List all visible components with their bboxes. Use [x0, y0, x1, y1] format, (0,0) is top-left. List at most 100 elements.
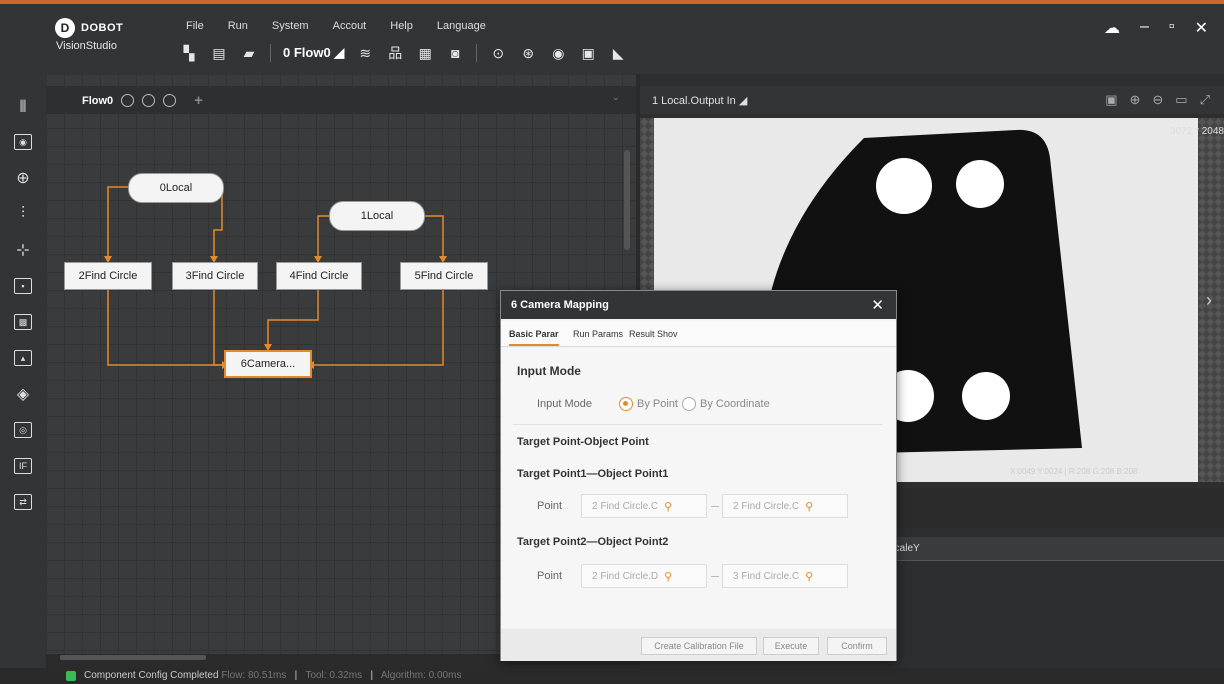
tab-result-show[interactable]: Result Shov	[629, 329, 678, 339]
image-panel-header: 1 Local.Output In ◢ ▣ ⊕ ⊖ ▭ ⤢	[640, 86, 1224, 114]
execute-button[interactable]: Execute	[763, 637, 819, 655]
pair1-target-field[interactable]: 2 Find Circle.C ⚲	[581, 494, 707, 518]
window-controls: ☁ – ▫ ✕	[1104, 18, 1208, 38]
fit-window-icon[interactable]: ▭	[1175, 92, 1187, 108]
new-solution-icon[interactable]: ▚	[180, 45, 198, 61]
result-table-header: ScaleY	[880, 537, 1224, 561]
flow-horizontal-scrollbar[interactable]	[60, 655, 206, 660]
confirm-button[interactable]: Confirm	[827, 637, 887, 655]
link-icon[interactable]: ⚲	[805, 570, 813, 583]
menu-file[interactable]: File	[186, 20, 204, 32]
result-table-body	[880, 562, 1224, 662]
color-tools-icon[interactable]: ◈	[10, 382, 36, 406]
matrix-tools-icon[interactable]: ▩	[10, 310, 36, 334]
save-icon[interactable]: ▤	[210, 45, 228, 61]
node-label: 3Find Circle	[185, 270, 245, 282]
maximize-icon[interactable]: ▫	[1169, 18, 1175, 38]
fullscreen-icon[interactable]: ⤢	[1200, 92, 1210, 108]
snapshot-icon[interactable]: ▣	[1105, 92, 1117, 108]
run-once-icon[interactable]: ⊙	[489, 45, 507, 61]
status-play-icon	[66, 671, 76, 681]
close-icon[interactable]: ✕	[1195, 18, 1208, 38]
calibration-tools-icon[interactable]: ⊹	[10, 238, 36, 262]
minimize-icon[interactable]: –	[1140, 18, 1149, 38]
flow-node-4-find-circle[interactable]: 4Find Circle	[276, 262, 362, 290]
close-icon[interactable]: ✕	[871, 296, 884, 314]
flow-vertical-scrollbar[interactable]	[624, 150, 630, 250]
dialog-header[interactable]: 6 Camera Mapping ✕	[501, 291, 896, 319]
tab-basic-params[interactable]: Basic Parar	[509, 329, 559, 346]
pair2-target-field[interactable]: 2 Find Circle.D ⚲	[581, 564, 707, 588]
image-toolbar: ▣ ⊕ ⊖ ▭ ⤢	[1105, 92, 1210, 108]
chevron-right-icon[interactable]: ›	[1206, 290, 1212, 311]
node-label: 1Local	[360, 210, 394, 222]
radio-by-coordinate[interactable]	[682, 397, 696, 411]
flow-tab-label: Flow0	[82, 94, 114, 107]
input-mode-section-title: Input Mode	[517, 364, 581, 378]
radio-by-point-label: By Point	[637, 398, 678, 410]
logic-tools-icon[interactable]: IF	[10, 454, 36, 478]
open-folder-icon[interactable]: ▰	[240, 45, 258, 61]
create-calibration-file-button[interactable]: Create Calibration File	[641, 637, 757, 655]
menu-account[interactable]: Accout	[333, 20, 367, 32]
node-label: 0Local	[159, 182, 193, 194]
menu-language[interactable]: Language	[437, 20, 486, 32]
pair2-object-field[interactable]: 3 Find Circle.C ⚲	[722, 564, 848, 588]
status-message: Component Config Completed	[84, 670, 219, 681]
network-icon[interactable]: 品	[386, 45, 404, 61]
separator-dash	[711, 576, 719, 577]
link-icon[interactable]: ⚲	[805, 500, 813, 513]
chevron-down-icon[interactable]: ⌄	[612, 92, 620, 103]
communication-tools-icon[interactable]: ⇄	[10, 490, 36, 514]
flow-node-3-find-circle[interactable]: 3Find Circle	[172, 262, 258, 290]
flow-tab-bar: Flow0 + ⌄	[46, 86, 636, 114]
pair1-object-value: 2 Find Circle.C	[733, 500, 800, 512]
flow-tab[interactable]: Flow0 +	[82, 92, 203, 109]
flow-node-1-local[interactable]: 1Local	[329, 201, 425, 231]
tool-time: Tool: 0.32ms	[305, 670, 363, 681]
tab-run-params[interactable]: Run Params	[573, 329, 623, 339]
run-flow-icon[interactable]	[121, 94, 135, 107]
image-source-icon[interactable]: ◉	[10, 130, 36, 154]
stop-icon[interactable]: ◉	[549, 45, 567, 61]
cloud-icon[interactable]: ☁	[1104, 18, 1120, 38]
flow-node-6-camera-mapping[interactable]: 6Camera...	[224, 350, 312, 378]
target-section-title: Target Point-Object Point	[517, 436, 649, 448]
robot-arm-icon[interactable]: ◣	[609, 45, 627, 61]
zoom-in-icon[interactable]: ⊕	[1129, 92, 1140, 108]
loop-flow-icon[interactable]	[142, 94, 156, 107]
image-process-icon[interactable]: ▴	[10, 346, 36, 370]
frame-icon[interactable]: ▣	[579, 45, 597, 61]
device-icon[interactable]: ◙	[446, 45, 464, 61]
location-tools-icon[interactable]: ⊕	[10, 166, 36, 190]
flow-node-0-local[interactable]: 0Local	[128, 173, 224, 203]
add-flow-icon[interactable]: +	[194, 92, 203, 109]
variable-icon[interactable]: ▦	[416, 45, 434, 61]
radio-by-point[interactable]	[619, 397, 633, 411]
link-icon[interactable]: ⚲	[664, 500, 672, 513]
flow-node-2-find-circle[interactable]: 2Find Circle	[64, 262, 152, 290]
menu-system[interactable]: System	[272, 20, 309, 32]
algorithm-time: Algorithm: 0.00ms	[380, 670, 462, 681]
image-source-select[interactable]: 1 Local.Output In ◢	[652, 94, 747, 107]
flow-node-5-find-circle[interactable]: 5Find Circle	[400, 262, 488, 290]
menu-run[interactable]: Run	[228, 20, 248, 32]
recognition-tools-icon[interactable]: ▪	[10, 274, 36, 298]
measure-tools-icon[interactable]: ⫶	[10, 202, 36, 226]
app-logo: D DOBOT	[55, 18, 123, 38]
node-label: 2Find Circle	[78, 270, 138, 282]
pixel-info: X:0049 Y:0024 | R:208 G:208 B:208	[1010, 467, 1138, 476]
zoom-out-icon[interactable]: ⊖	[1152, 92, 1163, 108]
io-tools-icon[interactable]: ⫴	[10, 96, 36, 120]
link-icon[interactable]: ⚲	[664, 570, 672, 583]
stop-flow-icon[interactable]	[163, 94, 177, 107]
dialog-title: 6 Camera Mapping	[511, 299, 609, 311]
menu-help[interactable]: Help	[390, 20, 413, 32]
flow-selector[interactable]: 0 Flow0 ◢	[283, 45, 344, 61]
pair1-object-field[interactable]: 2 Find Circle.C ⚲	[722, 494, 848, 518]
dialog-tabs: Basic Parar Run Params Result Shov	[501, 321, 896, 347]
pair2-target-value: 2 Find Circle.D	[592, 570, 659, 582]
run-loop-icon[interactable]: ⊛	[519, 45, 537, 61]
defect-tools-icon[interactable]: ◎	[10, 418, 36, 442]
layers-icon[interactable]: ≋	[356, 45, 374, 61]
